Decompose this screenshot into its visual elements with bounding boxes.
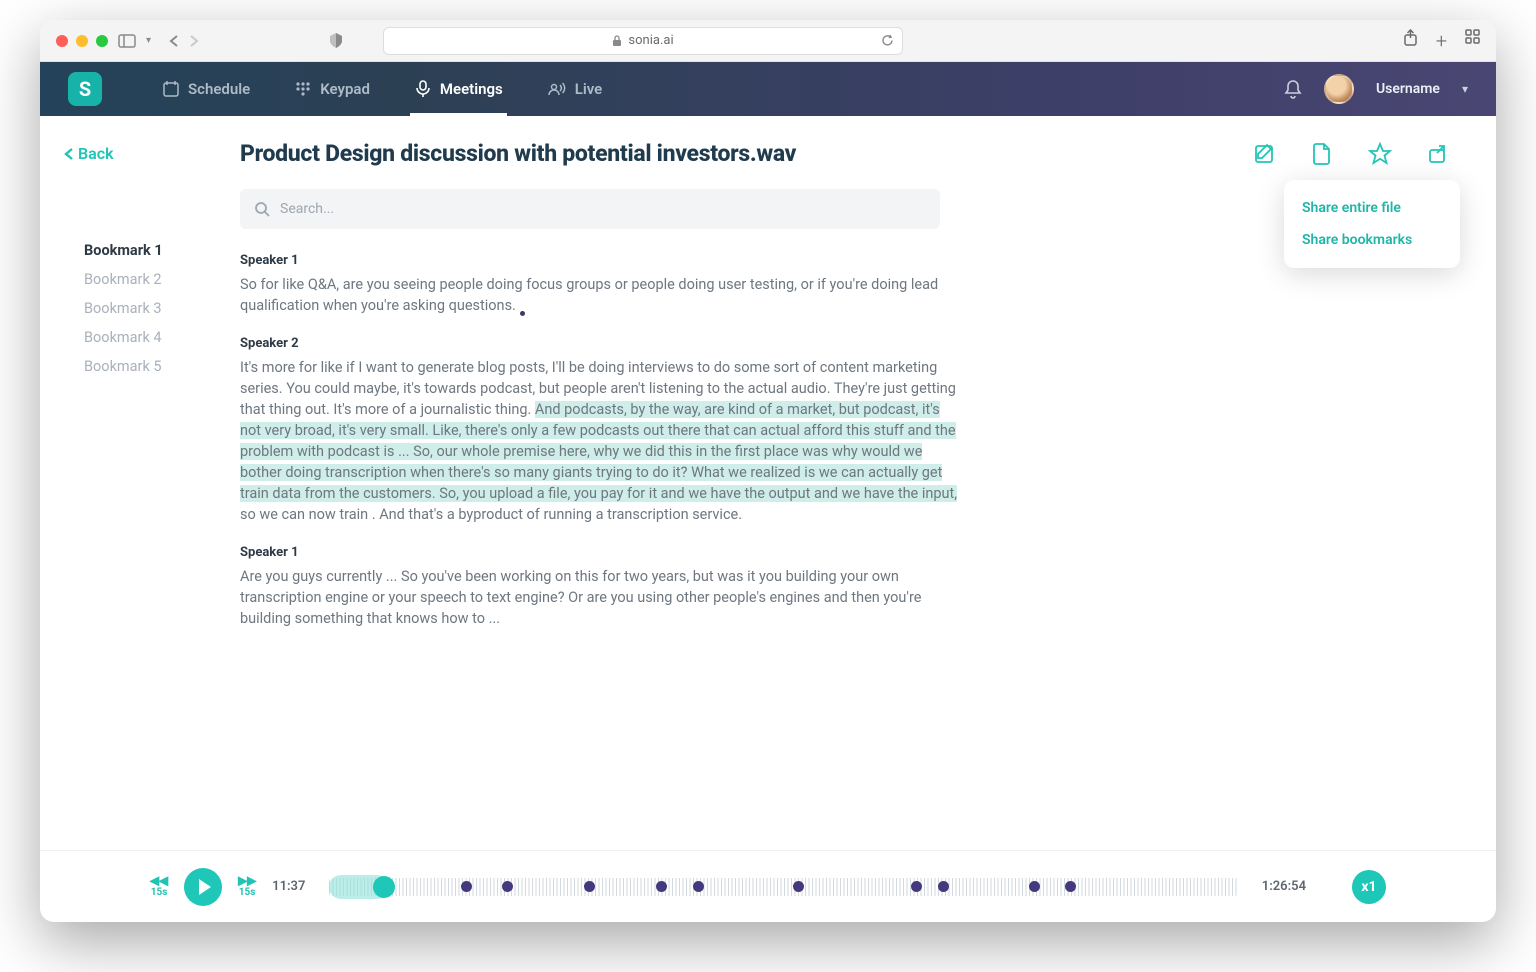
search-icon [254,201,270,217]
window-controls [56,35,108,47]
back-label: Back [78,144,114,163]
playback-speed-button[interactable]: x1 [1352,870,1386,904]
share-sheet-icon[interactable] [1403,29,1418,53]
player-bar: ◂◂ 15s ▸▸ 15s 11:37 1:26:54 x1 [40,850,1496,922]
waveform-bookmark-dot[interactable] [938,881,949,892]
main-nav: Schedule Keypad Meetings Live [162,62,602,116]
close-window-icon[interactable] [56,35,68,47]
nav-schedule[interactable]: Schedule [162,62,250,116]
transcript-segment[interactable]: Are you guys currently ... So you've bee… [240,566,960,629]
maximize-window-icon[interactable] [96,35,108,47]
waveform-scrubber[interactable] [329,871,1237,903]
nav-forward-icon[interactable] [189,34,199,48]
transcript-segment[interactable]: So for like Q&A, are you seeing people d… [240,274,960,316]
username-label: Username [1376,81,1440,97]
calendar-icon [162,80,180,98]
nav-back-icon[interactable] [169,34,179,48]
user-menu-chevron-icon[interactable]: ▾ [1462,82,1468,96]
app-logo[interactable]: S [68,72,102,106]
playhead[interactable] [373,876,395,898]
avatar[interactable] [1324,74,1354,104]
speaker-label: Speaker 1 [240,253,960,268]
address-bar[interactable]: sonia.ai [383,27,903,55]
reload-icon[interactable] [881,34,894,47]
bookmark-item[interactable]: Bookmark 3 [84,294,224,323]
minimize-window-icon[interactable] [76,35,88,47]
nav-label: Schedule [188,80,250,98]
chevron-down-icon[interactable]: ▾ [146,35,151,46]
broadcast-icon [547,81,567,97]
share-button[interactable] [1424,140,1452,168]
search-placeholder: Search... [280,201,334,217]
nav-label: Meetings [440,80,503,98]
total-duration: 1:26:54 [1262,879,1306,894]
nav-keypad[interactable]: Keypad [294,62,370,116]
share-entire-file[interactable]: Share entire file [1284,192,1460,224]
favorite-button[interactable] [1366,140,1394,168]
address-text: sonia.ai [628,33,673,48]
nav-live[interactable]: Live [547,62,603,116]
play-button[interactable] [184,868,222,906]
nav-meetings[interactable]: Meetings [414,62,503,116]
share-menu: Share entire file Share bookmarks [1284,180,1460,268]
chevron-left-icon [64,147,74,161]
skip-label: 15s [151,887,168,898]
bookmark-item[interactable]: Bookmark 4 [84,323,224,352]
bookmark-item[interactable]: Bookmark 2 [84,265,224,294]
notifications-icon[interactable] [1284,79,1302,99]
waveform-bookmark-dot[interactable] [502,881,513,892]
rewind-15s-button[interactable]: ◂◂ 15s [150,875,168,898]
tab-overview-icon[interactable] [1465,29,1480,53]
waveform-bookmark-dot[interactable] [911,881,922,892]
waveform-bookmark-dot[interactable] [793,881,804,892]
lock-icon [612,35,622,47]
sidebar-toggle-icon[interactable] [118,34,136,48]
document-button[interactable] [1308,140,1336,168]
transcript: Speaker 1 So for like Q&A, are you seein… [240,253,960,629]
new-tab-icon[interactable]: + [1436,29,1447,53]
bookmark-list: Bookmark 1 Bookmark 2 Bookmark 3 Bookmar… [84,236,224,381]
speaker-label: Speaker 2 [240,336,960,351]
waveform-bookmark-dot[interactable] [1065,881,1076,892]
waveform-bookmark-dot[interactable] [461,881,472,892]
page-title: Product Design discussion with potential… [240,140,990,167]
microphone-icon [414,80,432,98]
annotation-dot-icon[interactable] [520,311,525,316]
nav-label: Live [575,80,603,98]
edit-button[interactable] [1250,140,1278,168]
forward-15s-button[interactable]: ▸▸ 15s [238,875,256,898]
current-time: 11:37 [272,879,305,894]
waveform-bookmark-dot[interactable] [584,881,595,892]
keypad-icon [294,80,312,98]
waveform-bookmark-dot[interactable] [656,881,667,892]
transcript-segment[interactable]: It's more for like if I want to generate… [240,357,960,525]
waveform-bookmark-dot[interactable] [1029,881,1040,892]
shield-icon[interactable] [329,33,343,49]
search-input[interactable]: Search... [240,189,940,229]
skip-label: 15s [239,887,256,898]
bookmark-item[interactable]: Bookmark 1 [84,236,224,265]
waveform-bookmark-dot[interactable] [693,881,704,892]
bookmark-item[interactable]: Bookmark 5 [84,352,224,381]
browser-toolbar: ▾ sonia.ai + [40,20,1496,62]
app-header: S Schedule Keypad Meetings Live [40,62,1496,116]
nav-label: Keypad [320,80,370,98]
share-bookmarks[interactable]: Share bookmarks [1284,224,1460,256]
speaker-label: Speaker 1 [240,545,960,560]
back-link[interactable]: Back [64,144,114,163]
